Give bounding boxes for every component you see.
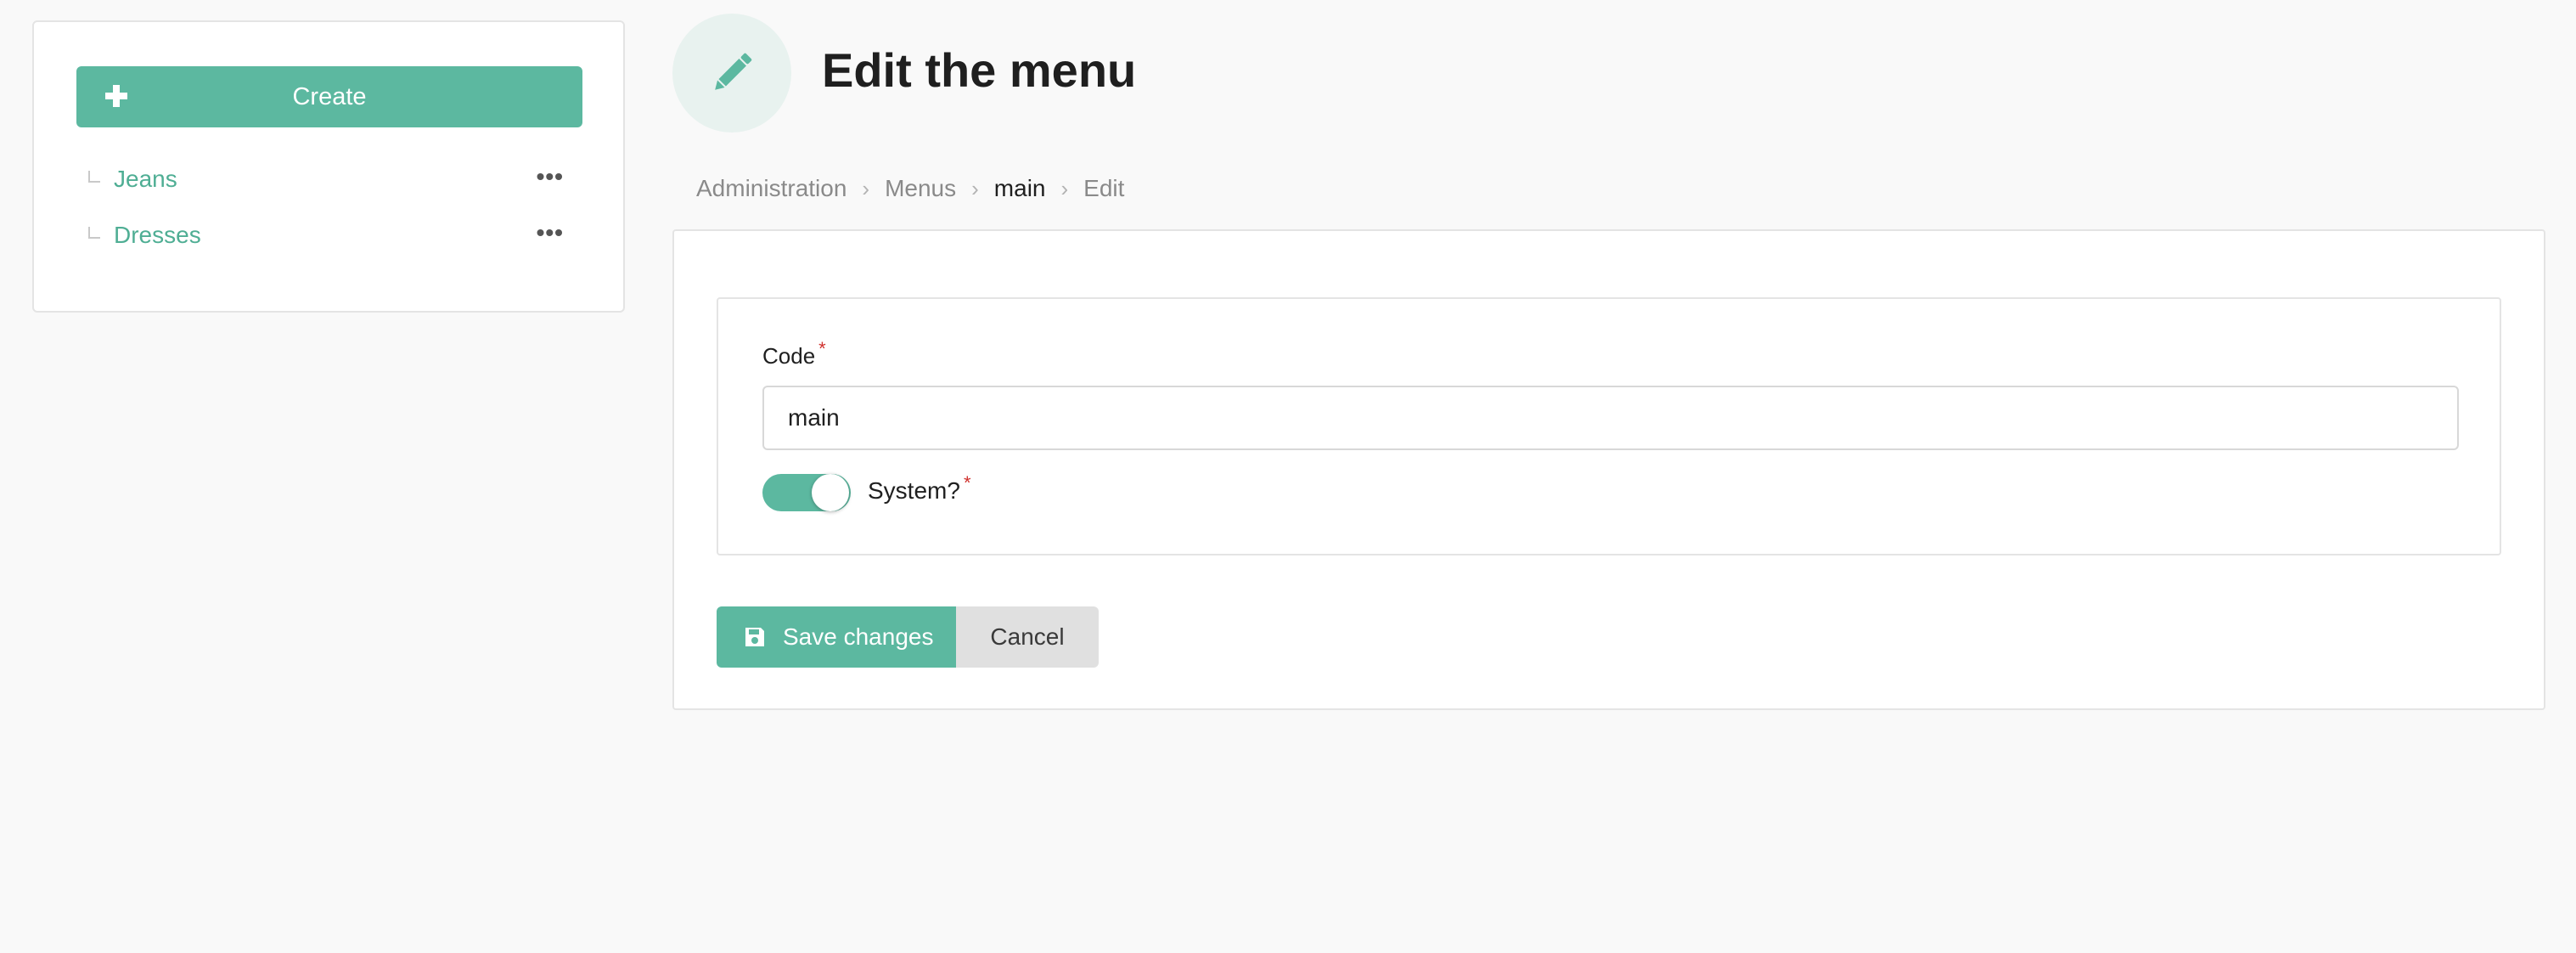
breadcrumb-administration[interactable]: Administration bbox=[696, 175, 846, 202]
tree-item-dresses: Dresses ••• bbox=[76, 214, 582, 257]
create-button[interactable]: Create bbox=[76, 66, 582, 127]
tree-item-jeans: Jeans ••• bbox=[76, 158, 582, 200]
code-label-text: Code bbox=[762, 343, 816, 369]
cancel-button[interactable]: Cancel bbox=[956, 606, 1099, 668]
breadcrumb-main[interactable]: main bbox=[994, 175, 1046, 202]
required-asterisk: * bbox=[963, 472, 971, 493]
menu-tree-panel: Create Jeans ••• Dresses ••• bbox=[32, 20, 625, 313]
pencil-icon bbox=[715, 53, 752, 90]
required-asterisk: * bbox=[818, 338, 826, 359]
code-field-label: Code * bbox=[762, 338, 826, 369]
tree-item-link[interactable]: Dresses bbox=[114, 222, 201, 249]
more-options-icon[interactable]: ••• bbox=[537, 221, 564, 245]
more-options-icon[interactable]: ••• bbox=[537, 165, 564, 189]
toggle-knob bbox=[812, 474, 849, 511]
system-field-label: System? * bbox=[868, 472, 971, 505]
page-title: Edit the menu bbox=[822, 43, 1137, 97]
save-changes-button[interactable]: Save changes bbox=[717, 606, 956, 668]
breadcrumb-edit: Edit bbox=[1083, 175, 1125, 201]
breadcrumb: Administration › Menus › main › Edit bbox=[696, 175, 1124, 202]
tree-branch-icon bbox=[88, 227, 100, 239]
chevron-right-icon: › bbox=[862, 175, 870, 201]
tree-item-link[interactable]: Jeans bbox=[114, 166, 177, 193]
form-segment: Code* System?* bbox=[717, 297, 2501, 555]
save-icon bbox=[745, 628, 764, 646]
system-label-text: System? bbox=[868, 477, 960, 504]
create-button-label: Create bbox=[292, 82, 367, 110]
save-button-label: Save changes bbox=[783, 623, 934, 650]
plus-icon bbox=[105, 85, 127, 107]
edit-form-card: Code* System?* Save changes Cancel bbox=[672, 229, 2545, 710]
cancel-button-label: Cancel bbox=[990, 623, 1065, 650]
system-toggle[interactable] bbox=[762, 474, 851, 511]
code-input[interactable] bbox=[762, 386, 2459, 450]
header-icon-circle bbox=[672, 14, 791, 133]
tree-branch-icon bbox=[88, 171, 100, 183]
chevron-right-icon: › bbox=[1060, 175, 1069, 201]
breadcrumb-menus[interactable]: Menus bbox=[885, 175, 956, 202]
chevron-right-icon: › bbox=[971, 175, 979, 201]
